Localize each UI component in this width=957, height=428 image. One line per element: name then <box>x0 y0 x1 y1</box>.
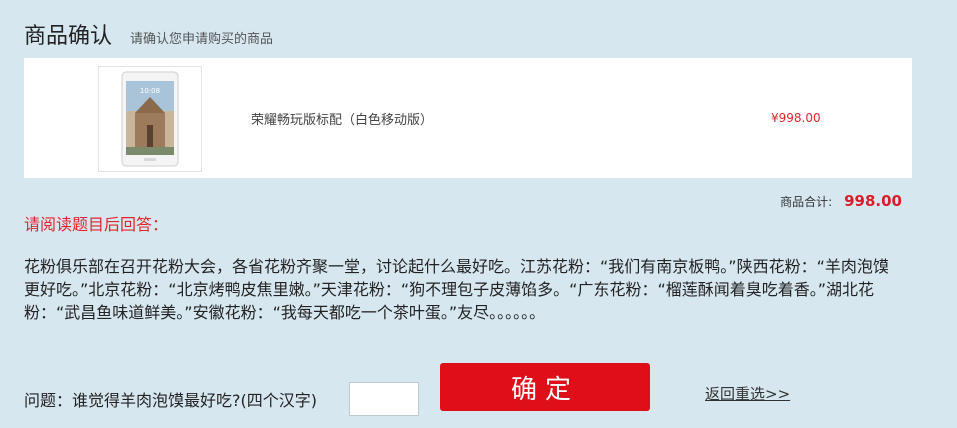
question-label: 问题：谁觉得羊肉泡馍最好吃?(四个汉字) <box>24 391 317 410</box>
product-price: ¥998.00 <box>771 111 821 125</box>
order-total: 商品合计: 998.00 <box>780 192 902 210</box>
page-title: 商品确认 <box>24 24 113 49</box>
phone-image: 10:08 <box>121 71 179 167</box>
read-notice: 请阅读题目后回答： <box>24 215 169 234</box>
confirm-button[interactable]: 确定 <box>440 363 650 411</box>
answer-input[interactable] <box>349 382 419 416</box>
product-thumbnail[interactable]: 10:08 <box>98 66 202 172</box>
phone-screen-time: 10:08 <box>140 87 160 95</box>
back-reselect-link[interactable]: 返回重选>> <box>705 383 790 404</box>
total-label: 商品合计: <box>780 195 833 209</box>
page-subtitle: 请确认您申请购买的商品 <box>130 32 274 47</box>
question-story: 花粉俱乐部在召开花粉大会，各省花粉齐聚一堂，讨论起什么最好吃。江苏花粉：“我们有… <box>24 257 889 322</box>
product-card: 10:08 荣耀畅玩版标配（白色移动版） ¥998.00 <box>24 58 912 178</box>
page-header: 商品确认 请确认您申请购买的商品 <box>24 18 273 50</box>
total-value: 998.00 <box>844 192 902 210</box>
product-name: 荣耀畅玩版标配（白色移动版） <box>251 113 434 128</box>
